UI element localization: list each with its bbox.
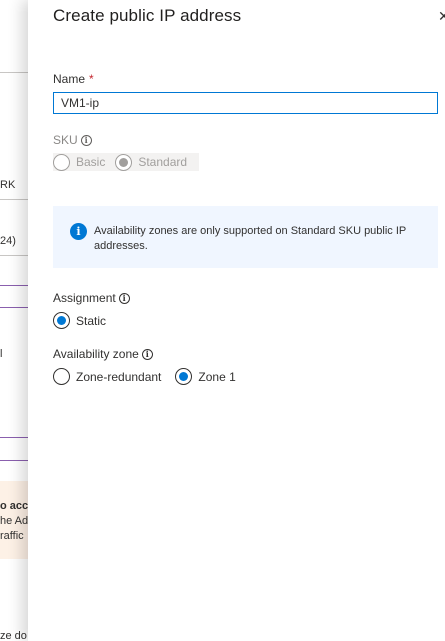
zone-option-zone-1[interactable]: Zone 1 — [175, 368, 236, 385]
info-banner-text: Availability zones are only supported on… — [94, 225, 407, 252]
assignment-option-label: Static — [76, 313, 107, 328]
availability-zone-radio-group: Zone-redundant Zone 1 — [53, 368, 236, 385]
info-icon[interactable]: i — [118, 292, 130, 304]
name-label: Name * — [53, 72, 94, 86]
sku-label-text: SKU — [53, 133, 78, 147]
assignment-label: Assignment i — [53, 291, 130, 305]
radio-unchecked-icon — [53, 368, 70, 385]
sku-label: SKU i — [53, 133, 92, 147]
background-text-fragment: RK — [0, 179, 16, 191]
assignment-option-static[interactable]: Static — [53, 312, 106, 329]
availability-zone-label-text: Availability zone — [53, 347, 139, 361]
background-warning-text: o acc — [0, 500, 29, 512]
name-input[interactable] — [53, 92, 438, 114]
background-text-fragment: ze do — [0, 630, 27, 641]
radio-checked-icon — [53, 312, 70, 329]
radio-checked-icon — [175, 368, 193, 385]
zone-option-zone-redundant[interactable]: Zone-redundant — [53, 368, 161, 385]
availability-zone-label: Availability zone i — [53, 347, 153, 361]
background-warning-text: he Ad — [0, 515, 29, 527]
info-icon[interactable]: i — [80, 134, 92, 146]
background-warning-text: raffic — [0, 530, 24, 542]
required-asterisk: * — [89, 72, 94, 86]
close-icon[interactable]: ✕ — [438, 7, 445, 25]
info-icon[interactable]: i — [141, 348, 153, 360]
info-icon: i — [70, 223, 87, 240]
sku-option-label: Basic — [76, 155, 106, 169]
sku-option-label: Standard — [138, 155, 188, 169]
sku-radio-group: Basic Standard — [53, 153, 200, 171]
zone-option-label: Zone 1 — [198, 369, 236, 384]
zone-option-label: Zone-redundant — [76, 369, 162, 384]
background-text-fragment: l — [0, 348, 3, 360]
create-public-ip-panel: Create public IP address ✕ Name* SKUi Ba… — [28, 0, 445, 641]
sku-option-basic[interactable]: Basic — [53, 153, 106, 171]
background-text-fragment: 24) — [0, 235, 16, 247]
radio-checked-icon — [115, 153, 133, 171]
assignment-radio-group: Static — [53, 312, 106, 329]
radio-unchecked-icon — [53, 153, 70, 171]
name-label-text: Name — [53, 72, 86, 86]
assignment-label-text: Assignment — [53, 291, 116, 305]
sku-option-standard[interactable]: Standard — [115, 153, 188, 171]
availability-info-banner: i Availability zones are only supported … — [53, 206, 438, 268]
panel-title: Create public IP address — [53, 6, 242, 25]
